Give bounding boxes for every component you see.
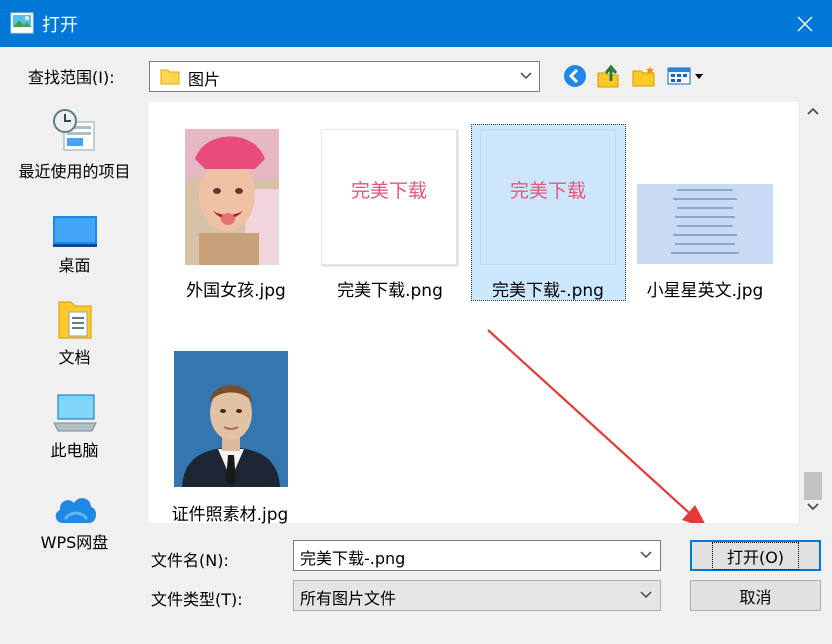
place-label: 桌面 — [58, 256, 91, 275]
filename-value: 完美下载-.png — [300, 549, 406, 568]
view-menu-icon — [667, 67, 703, 85]
back-button[interactable] — [561, 62, 589, 90]
place-recent[interactable]: 最近使用的项目 — [0, 106, 149, 182]
annotation-arrow — [487, 329, 705, 523]
look-in-value: 图片 — [188, 70, 221, 89]
up-folder-icon — [597, 64, 619, 88]
open-button-label: 打开(O) — [711, 541, 800, 570]
place-wps-cloud[interactable]: WPS网盘 — [0, 477, 149, 553]
wps-cloud-icon — [55, 498, 96, 523]
place-documents[interactable]: 文档 — [0, 292, 149, 368]
place-this-pc[interactable]: 此电脑 — [0, 385, 149, 461]
place-label: WPS网盘 — [40, 533, 109, 552]
up-folder-button[interactable] — [595, 62, 623, 90]
new-folder-icon — [632, 66, 655, 87]
recent-items-icon — [52, 109, 94, 151]
this-pc-icon — [52, 394, 97, 432]
open-button[interactable]: 打开(O) — [690, 540, 821, 571]
file-list: 外国女孩.jpg 完美下载 完美下载.png 完美下载 完美下载-.png 小星… — [149, 102, 799, 525]
vertical-scrollbar[interactable] — [799, 102, 825, 523]
view-menu-button[interactable] — [666, 62, 706, 90]
place-desktop[interactable]: 桌面 — [0, 200, 149, 276]
chevron-down-icon — [640, 591, 652, 599]
documents-icon — [58, 301, 91, 339]
close-icon — [797, 16, 813, 31]
image-app-icon — [10, 12, 34, 34]
place-label: 文档 — [58, 348, 91, 367]
filetype-select[interactable]: 所有图片文件 — [293, 580, 661, 611]
close-button[interactable] — [778, 0, 832, 47]
place-label: 此电脑 — [50, 441, 99, 460]
chevron-down-icon[interactable] — [806, 502, 820, 512]
cancel-button-label: 取消 — [739, 587, 772, 607]
cancel-button[interactable]: 取消 — [690, 580, 821, 611]
filename-label: 文件名(N): — [151, 551, 229, 570]
look-in-label: 查找范围(I): — [28, 68, 115, 87]
folder-icon — [160, 69, 180, 85]
filetype-label: 文件类型(T): — [151, 590, 243, 609]
back-arrow-icon — [564, 65, 586, 87]
title-bar: 打开 — [0, 0, 832, 47]
places-bar: 最近使用的项目 桌面 文档 此电脑 WPS网盘 — [0, 102, 149, 644]
desktop-icon — [52, 216, 97, 247]
chevron-down-icon[interactable] — [640, 550, 652, 560]
filename-input[interactable]: 完美下载-.png — [293, 540, 661, 571]
look-in-combo[interactable]: 图片 — [149, 61, 540, 92]
chevron-up-icon[interactable] — [806, 106, 820, 116]
place-label: 最近使用的项目 — [18, 162, 131, 181]
new-folder-button[interactable] — [630, 62, 658, 90]
filetype-value: 所有图片文件 — [300, 589, 397, 608]
window-title: 打开 — [42, 15, 78, 36]
chevron-down-icon — [520, 72, 532, 80]
scrollbar-thumb[interactable] — [804, 472, 822, 500]
